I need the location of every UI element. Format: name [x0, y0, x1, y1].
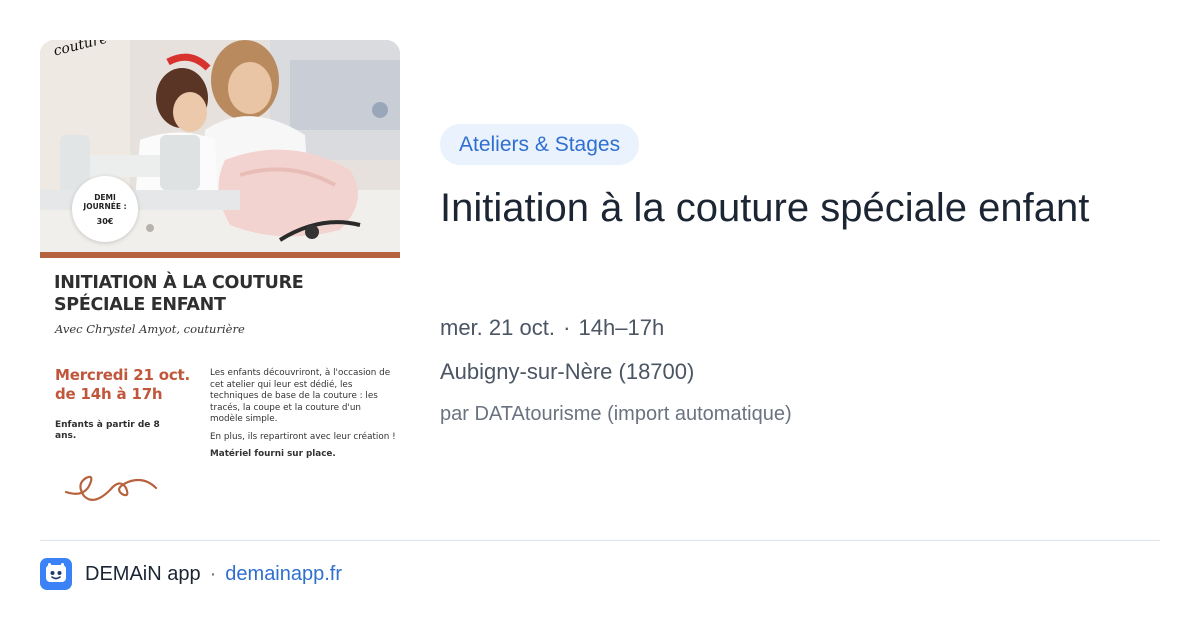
poster-date-line2: de 14h à 17h — [55, 385, 163, 403]
poster-description-para2: En plus, ils repartiront avec leur créat… — [210, 431, 396, 442]
demain-app-logo-icon — [40, 558, 72, 590]
event-date: mer. 21 oct. — [440, 315, 555, 340]
event-source: par DATAtourisme (import automatique) — [440, 403, 792, 425]
poster-subtitle: Avec Chrystel Amyot, couturière — [55, 322, 245, 336]
event-time: 14h–17h — [578, 315, 665, 340]
poster-description-para3: Matériel fourni sur place. — [210, 449, 336, 459]
poster-description-para1: Les enfants découvriront, à l'occasion d… — [210, 368, 391, 424]
poster-photo: couture DEMI JOURNÉE : 30€ — [40, 40, 400, 252]
price-badge: DEMI JOURNÉE : 30€ — [72, 176, 138, 242]
poster-date: Mercredi 21 oct. de 14h à 17h — [55, 366, 190, 404]
category-badge[interactable]: Ateliers & Stages — [440, 124, 640, 165]
footer-divider — [40, 540, 1160, 541]
poster-description: Les enfants découvriront, à l'occasion d… — [210, 368, 396, 467]
event-title: Initiation à la couture spéciale enfant — [440, 186, 1090, 230]
poster-accent-band — [40, 252, 400, 258]
poster-title-line1: INITIATION À LA COUTURE — [54, 273, 304, 293]
price-badge-line1: DEMI — [94, 192, 116, 202]
footer-separator: · — [209, 562, 217, 585]
poster-title-line2: SPÉCIALE ENFANT — [54, 295, 226, 315]
event-location: Aubigny-sur-Nère (18700) — [440, 359, 695, 384]
poster-age-text: Enfants à partir de 8 ans. — [55, 420, 160, 441]
footer-domain-link[interactable]: demainapp.fr — [225, 563, 342, 586]
squiggle-decoration-icon — [64, 475, 158, 501]
event-datetime-separator: · — [563, 315, 571, 340]
price-badge-line2: JOURNÉE : — [83, 201, 127, 211]
price-badge-amount: 30€ — [96, 216, 114, 226]
poster-date-line1: Mercredi 21 oct. — [55, 366, 191, 384]
footer: DEMAiN app · demainapp.fr — [40, 558, 342, 590]
footer-app-name: DEMAiN app — [85, 562, 201, 585]
poster-title: INITIATION À LA COUTURE SPÉCIALE ENFANT — [54, 272, 304, 316]
event-datetime: mer. 21 oct. · 14h–17h — [440, 313, 664, 343]
event-poster-image: couture DEMI JOURNÉE : 30€ INITIATION À … — [40, 40, 400, 520]
